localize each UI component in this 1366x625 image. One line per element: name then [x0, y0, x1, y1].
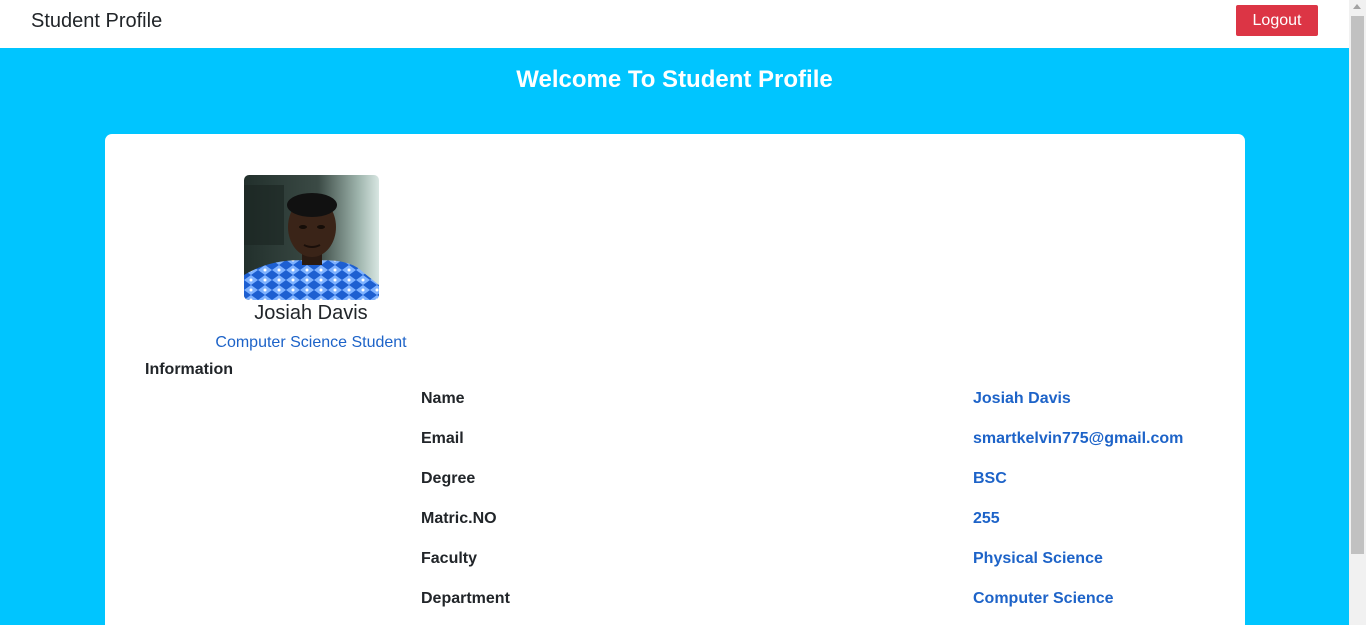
- info-row-faculty: Faculty Physical Science: [105, 550, 1245, 590]
- navbar-brand[interactable]: Student Profile: [31, 10, 162, 33]
- info-label: Department: [421, 590, 510, 607]
- info-value: 255: [973, 510, 1000, 527]
- info-row-department: Department Computer Science: [105, 590, 1245, 625]
- avatar: [244, 175, 379, 300]
- info-label: Email: [421, 430, 464, 447]
- info-value: Computer Science: [973, 590, 1114, 607]
- info-value: Physical Science: [973, 550, 1103, 567]
- info-row-email: Email smartkelvin775@gmail.com: [105, 430, 1245, 470]
- info-row-name: Name Josiah Davis: [105, 390, 1245, 430]
- scroll-thumb[interactable]: [1351, 16, 1364, 554]
- info-value: Josiah Davis: [973, 390, 1071, 407]
- info-label: Degree: [421, 470, 476, 487]
- info-row-degree: Degree BSC: [105, 470, 1245, 510]
- info-row-matric: Matric.NO 255: [105, 510, 1245, 550]
- student-name: Josiah Davis: [254, 302, 368, 324]
- info-value: BSC: [973, 470, 1007, 487]
- student-role: Computer Science Student: [215, 334, 407, 351]
- info-label: Name: [421, 390, 465, 407]
- scroll-up-arrow-icon[interactable]: [1353, 4, 1361, 9]
- page-title: Welcome To Student Profile: [516, 66, 833, 93]
- profile-card: Josiah Davis Computer Science Student In…: [105, 134, 1245, 625]
- info-label: Faculty: [421, 550, 478, 567]
- logout-button[interactable]: Logout: [1236, 5, 1318, 36]
- page-scrollbar[interactable]: [1349, 0, 1366, 625]
- info-value: smartkelvin775@gmail.com: [973, 430, 1184, 447]
- information-heading: Information: [145, 361, 233, 378]
- navbar: Student Profile Logout: [0, 0, 1349, 48]
- info-label: Matric.NO: [421, 510, 497, 527]
